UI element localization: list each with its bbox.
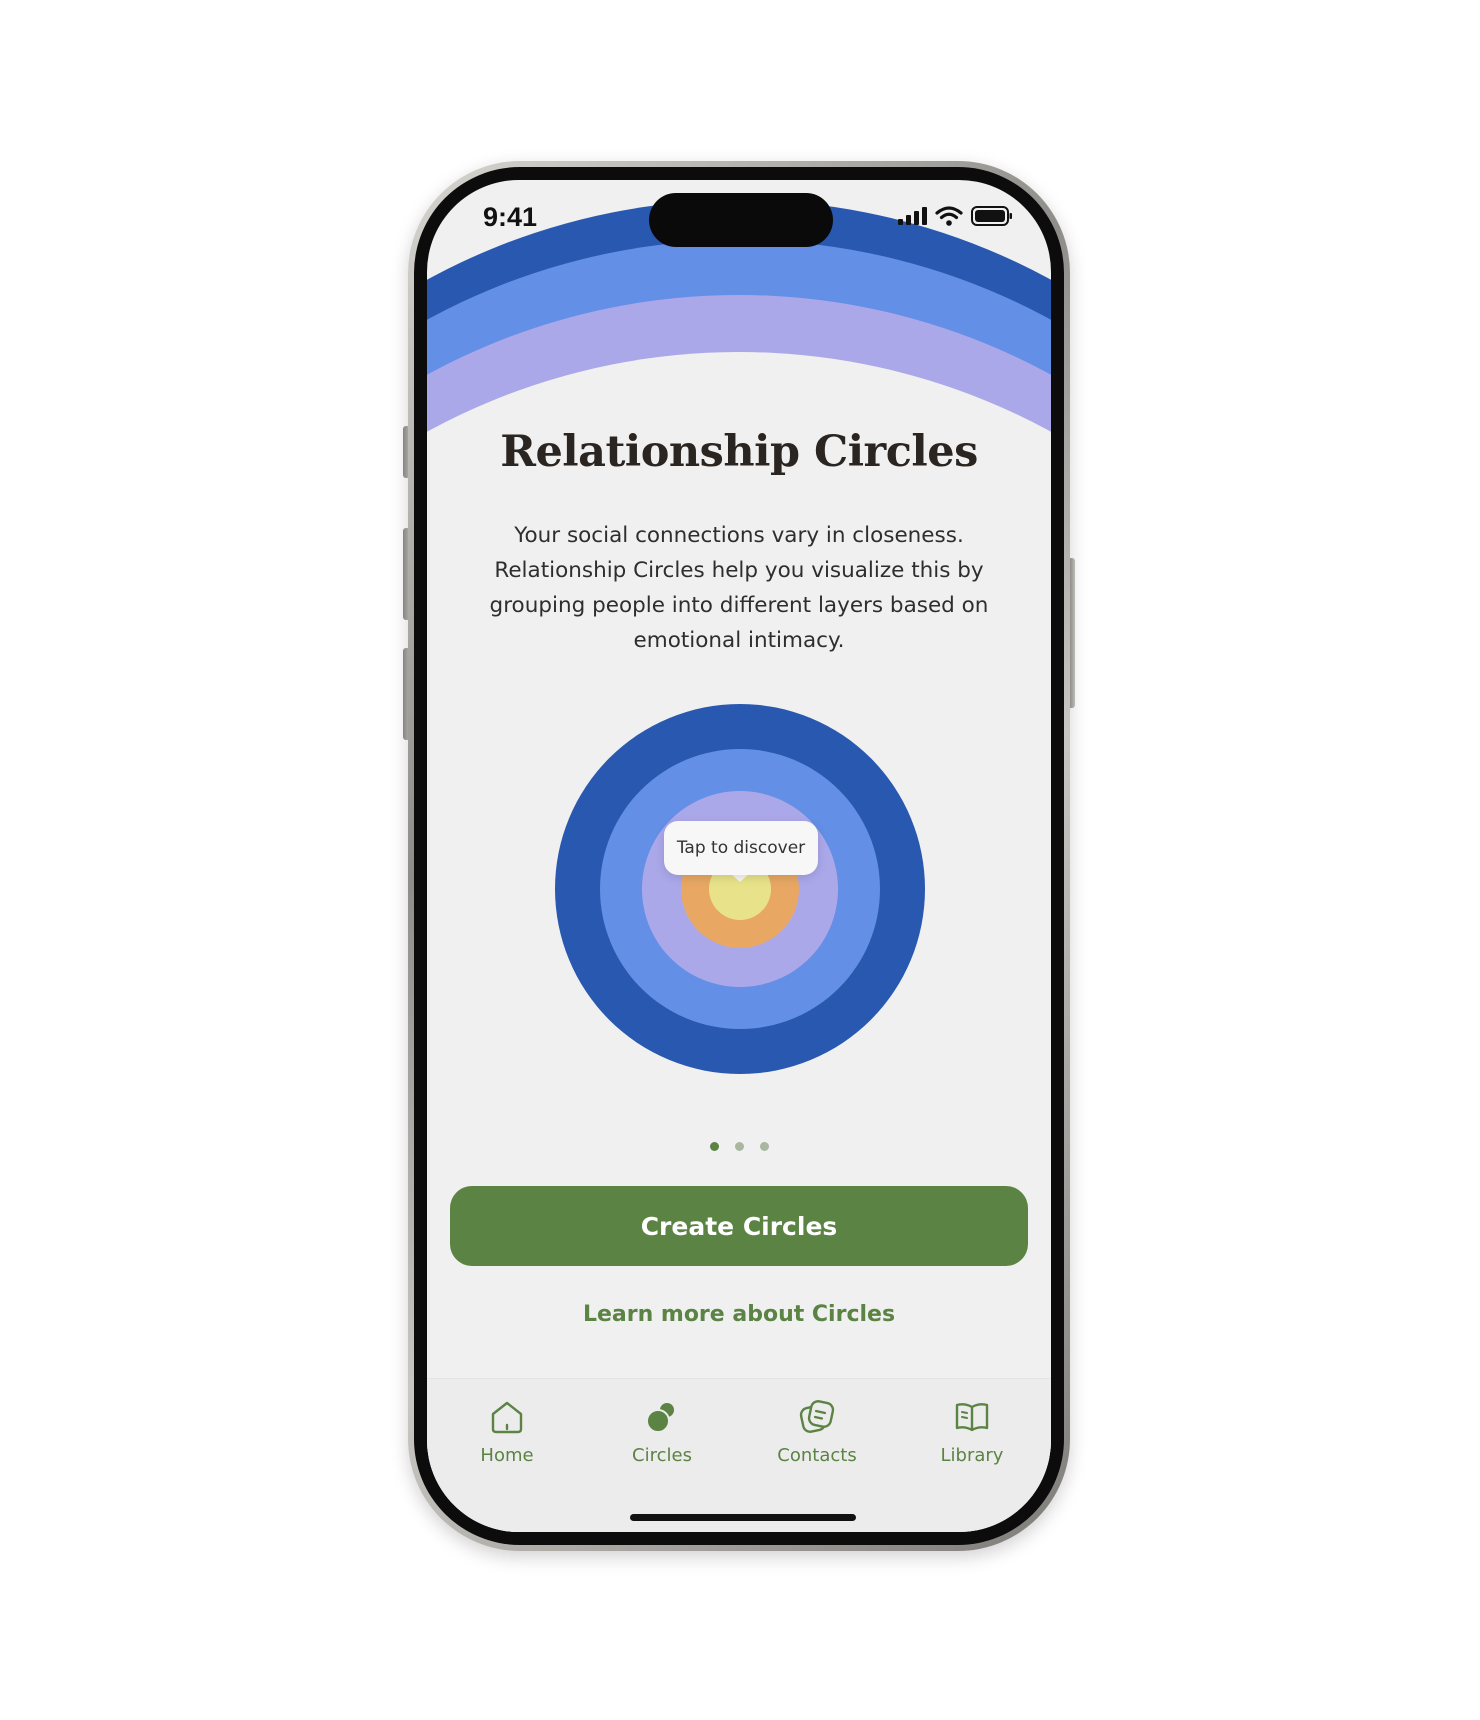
tab-home-label: Home bbox=[480, 1445, 534, 1466]
stage: 9:41 Relationship Circles Your social co… bbox=[0, 0, 1480, 1720]
tap-to-discover-tooltip[interactable]: Tap to discover bbox=[664, 821, 818, 875]
library-icon bbox=[955, 1403, 989, 1432]
tab-library[interactable]: Library bbox=[912, 1397, 1032, 1466]
contacts-icon bbox=[799, 1400, 835, 1433]
circles-icon bbox=[646, 1401, 676, 1433]
app-screen: 9:41 Relationship Circles Your social co… bbox=[427, 180, 1051, 1532]
tab-contacts-label: Contacts bbox=[777, 1445, 857, 1466]
tab-library-label: Library bbox=[940, 1445, 1004, 1466]
home-indicator bbox=[630, 1514, 856, 1521]
tab-bar: Home Circles Contacts Library bbox=[427, 1378, 1051, 1532]
home-icon bbox=[491, 1401, 523, 1434]
page-dot-2[interactable] bbox=[734, 1142, 744, 1151]
page-dot-1[interactable] bbox=[709, 1142, 719, 1151]
relationship-circles-diagram[interactable]: Tap to discover bbox=[427, 180, 1051, 1532]
page-indicator bbox=[427, 1142, 1051, 1151]
tab-contacts[interactable]: Contacts bbox=[757, 1397, 877, 1466]
tab-home[interactable]: Home bbox=[447, 1397, 567, 1466]
page-dot-3[interactable] bbox=[759, 1142, 769, 1151]
create-circles-button[interactable]: Create Circles bbox=[450, 1186, 1028, 1266]
tab-circles[interactable]: Circles bbox=[602, 1397, 722, 1466]
tab-circles-label: Circles bbox=[632, 1445, 692, 1466]
learn-more-link[interactable]: Learn more about Circles bbox=[427, 1302, 1051, 1327]
